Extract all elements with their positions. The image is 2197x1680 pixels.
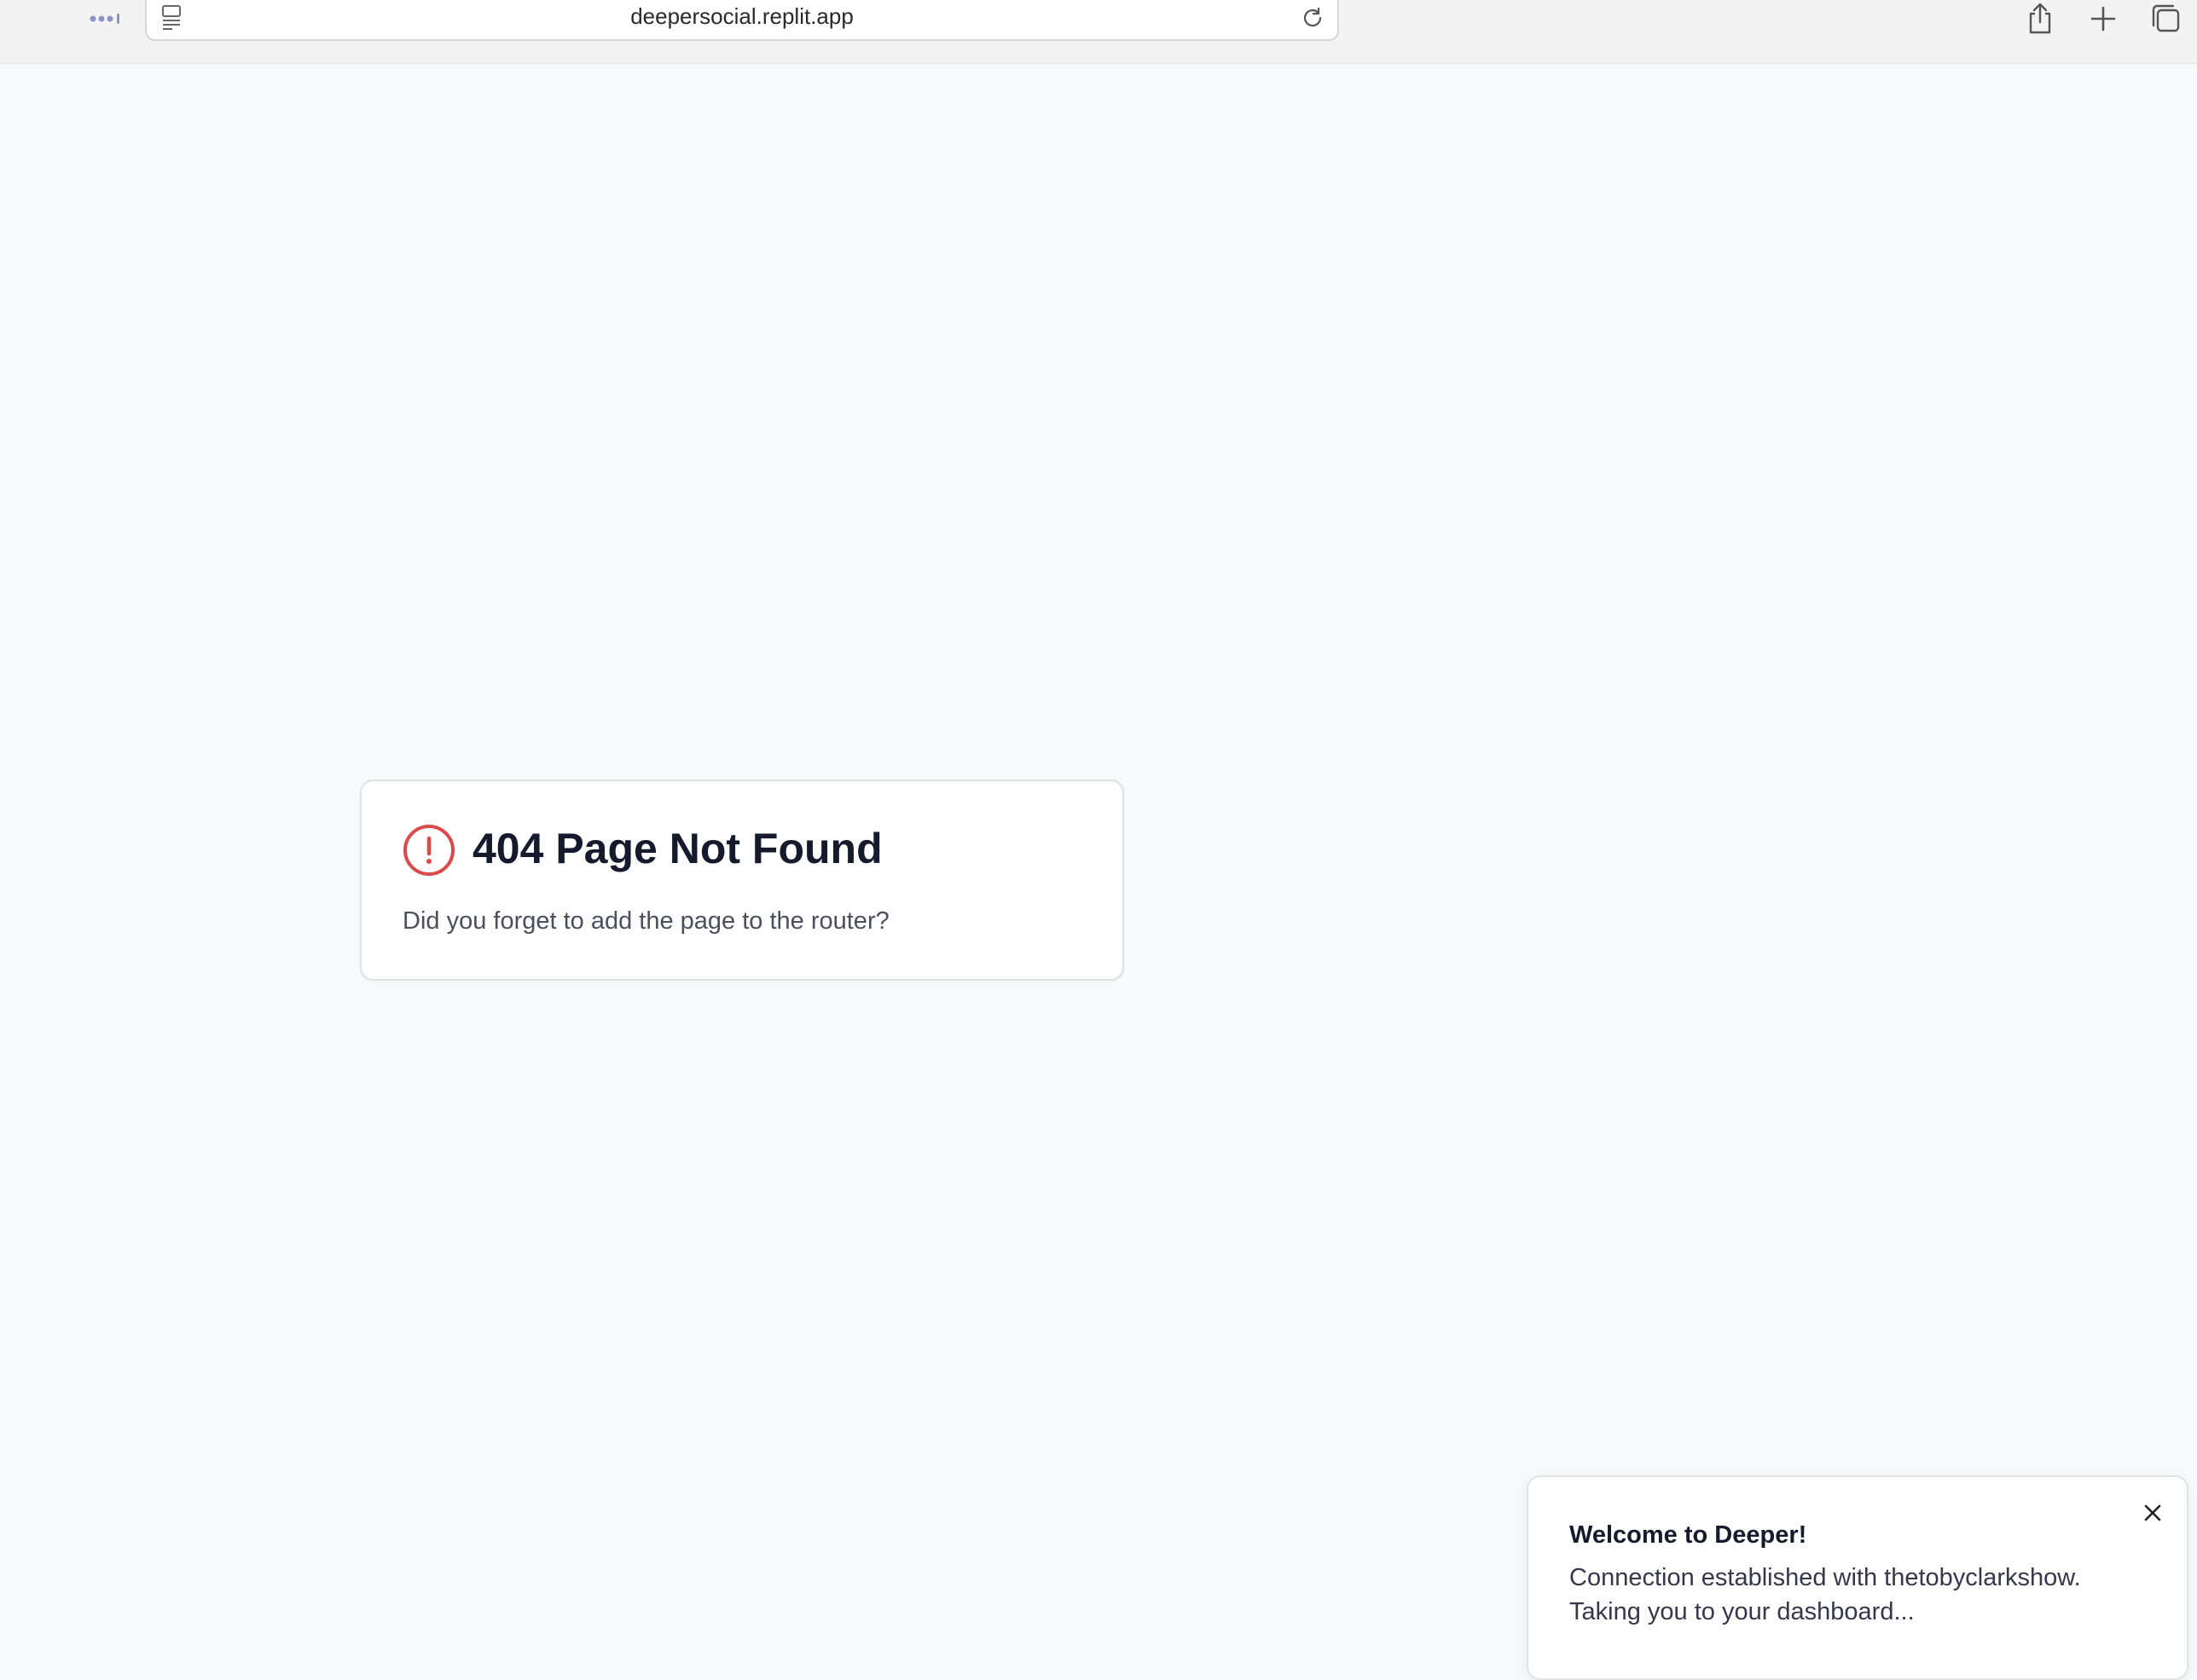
toast-line-1: Connection established with thetobyclark… bbox=[1569, 1564, 2081, 1591]
error-message: Did you forget to add the page to the ro… bbox=[403, 907, 890, 935]
new-tab-plus-icon[interactable] bbox=[2086, 2, 2120, 36]
page-title: 404 Page Not Found bbox=[472, 825, 883, 872]
share-icon[interactable] bbox=[2023, 2, 2057, 36]
more-dots-icon[interactable] bbox=[89, 12, 123, 26]
reload-icon[interactable] bbox=[1300, 5, 1325, 31]
alert-circle-icon bbox=[403, 825, 455, 876]
url-text[interactable]: deepersocial.replit.app bbox=[147, 3, 1337, 30]
close-icon[interactable] bbox=[2139, 1499, 2166, 1526]
not-found-card: 404 Page Not Found Did you forget to add… bbox=[360, 779, 1124, 981]
welcome-toast: Welcome to Deeper! Connection establishe… bbox=[1527, 1475, 2188, 1680]
toast-message: Connection established with thetobyclark… bbox=[1569, 1561, 2166, 1629]
browser-toolbar: deepersocial.replit.app bbox=[0, 0, 2197, 64]
toast-line-2: Taking you to your dashboard... bbox=[1569, 1598, 1915, 1625]
toast-title: Welcome to Deeper! bbox=[1569, 1521, 1807, 1549]
address-bar[interactable]: deepersocial.replit.app bbox=[145, 0, 1339, 41]
tab-overview-icon[interactable] bbox=[2149, 2, 2183, 36]
